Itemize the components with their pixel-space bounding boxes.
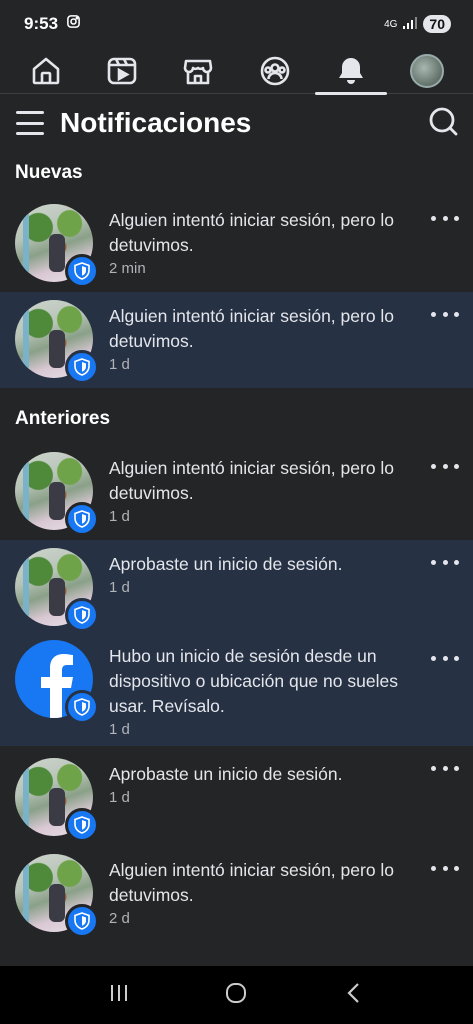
tab-groups[interactable] (247, 48, 303, 94)
notification-item[interactable]: Hubo un inicio de sesión desde un dispos… (0, 636, 473, 746)
shield-icon (65, 690, 99, 724)
notification-time: 2 min (109, 260, 146, 277)
tab-home[interactable] (18, 48, 74, 94)
page-header: Notificaciones (0, 94, 473, 152)
notification-item[interactable]: Aprobaste un inicio de sesión. 1 d (0, 540, 473, 636)
recent-apps-button[interactable] (106, 980, 132, 1011)
notification-item[interactable]: Alguien intentó iniciar sesión, pero lo … (0, 846, 473, 942)
menu-icon[interactable] (16, 111, 44, 135)
shield-icon (65, 254, 99, 288)
notification-text: Aprobaste un inicio de sesión. (109, 764, 343, 784)
more-options-icon[interactable] (431, 208, 459, 228)
avatar (409, 53, 444, 88)
notification-item[interactable]: Aprobaste un inicio de sesión. 1 d (0, 746, 473, 846)
notification-time: 1 d (109, 579, 130, 596)
notification-time: 1 d (109, 356, 130, 373)
more-options-icon[interactable] (431, 456, 459, 476)
status-bar: 9:53 4G 70 (0, 0, 473, 48)
search-icon[interactable] (427, 105, 459, 142)
store-icon (184, 59, 213, 84)
more-options-icon[interactable] (431, 648, 459, 668)
notification-text: Alguien intentó iniciar sesión, pero lo … (109, 306, 395, 351)
section-new-label: Nuevas (15, 162, 83, 183)
home-circle-icon (226, 982, 247, 1003)
notification-text: Alguien intentó iniciar sesión, pero lo … (109, 860, 395, 905)
top-tab-bar (0, 48, 473, 95)
groups-icon (260, 56, 289, 85)
notification-time: 2 d (109, 910, 130, 927)
home-icon (32, 57, 60, 84)
more-options-icon[interactable] (431, 758, 459, 778)
notification-item[interactable]: Alguien intentó iniciar sesión, pero lo … (0, 196, 473, 292)
tab-notifications[interactable] (314, 48, 387, 95)
notification-time: 1 d (109, 789, 130, 806)
tab-profile[interactable] (399, 48, 455, 94)
instagram-icon (66, 14, 81, 34)
more-options-icon[interactable] (431, 304, 459, 324)
video-icon (107, 57, 137, 84)
shield-icon (65, 904, 99, 938)
recent-apps-icon (110, 984, 127, 1001)
more-options-icon[interactable] (431, 858, 459, 878)
section-earlier-label: Anteriores (15, 408, 111, 429)
bell-icon (338, 57, 363, 84)
notification-item[interactable]: Alguien intentó iniciar sesión, pero lo … (0, 292, 473, 388)
shield-icon (65, 350, 99, 384)
notification-time: 1 d (109, 721, 130, 738)
notification-text: Alguien intentó iniciar sesión, pero lo … (109, 210, 395, 255)
more-options-icon[interactable] (431, 552, 459, 572)
notification-item[interactable]: Alguien intentó iniciar sesión, pero lo … (0, 444, 473, 540)
battery-indicator: 70 (423, 15, 451, 33)
shield-icon (65, 808, 99, 842)
notification-text: Alguien intentó iniciar sesión, pero lo … (109, 458, 395, 503)
shield-icon (65, 598, 99, 632)
back-button[interactable] (341, 980, 367, 1011)
tab-watch[interactable] (94, 48, 150, 94)
signal-icon (403, 16, 418, 32)
notification-time: 1 d (109, 508, 130, 525)
network-label: 4G (384, 18, 398, 30)
system-nav-bar (0, 966, 473, 1024)
page-title: Notificaciones (60, 107, 252, 138)
notification-text: Aprobaste un inicio de sesión. (109, 554, 343, 574)
notification-text: Hubo un inicio de sesión desde un dispos… (109, 646, 398, 716)
home-button[interactable] (223, 980, 249, 1011)
tab-marketplace[interactable] (170, 48, 226, 94)
status-time: 9:53 (24, 14, 59, 33)
shield-icon (65, 502, 99, 536)
back-icon (347, 982, 359, 1003)
